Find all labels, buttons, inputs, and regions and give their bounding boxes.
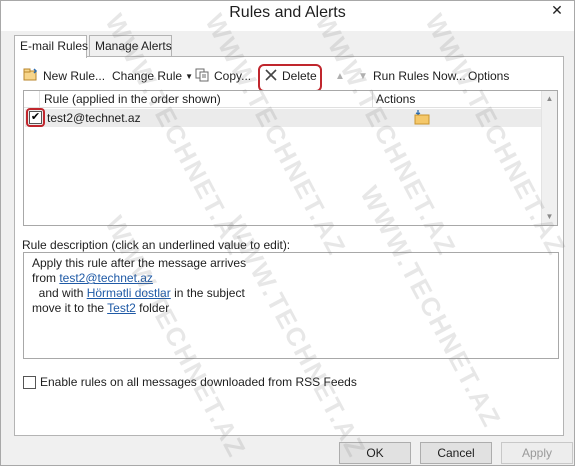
rules-list-scrollbar[interactable]: ▲ ▼ (541, 91, 557, 225)
scroll-up-icon[interactable]: ▲ (542, 91, 557, 107)
rules-and-alerts-dialog: Rules and Alerts ✕ E-mail Rules Manage A… (0, 0, 575, 466)
column-divider (39, 91, 40, 108)
copy-icon (195, 68, 210, 85)
copy-label: Copy... (214, 69, 252, 83)
rules-list[interactable]: Rule (applied in the order shown) Action… (23, 90, 558, 226)
description-line: move it to the Test2 folder (32, 301, 550, 316)
change-rule-label: Change Rule (112, 69, 183, 83)
email-rules-panel: New Rule... Change Rule ▼ Copy... Delete… (14, 56, 564, 436)
move-up-arrow-icon[interactable]: ▲ (335, 66, 345, 86)
subject-words-link[interactable]: Hörmətli dostlar (87, 286, 171, 300)
delete-label: Delete (282, 69, 317, 83)
run-rules-now-label: Run Rules Now... (373, 69, 466, 83)
rss-rules-label: Enable rules on all messages downloaded … (40, 375, 357, 389)
move-down-arrow-icon[interactable]: ▼ (358, 66, 368, 86)
description-text: and with (32, 286, 87, 300)
change-rule-button[interactable]: Change Rule ▼ (112, 66, 193, 86)
description-text: from (32, 271, 60, 285)
new-rule-icon (23, 67, 39, 85)
target-folder-link[interactable]: Test2 (107, 301, 136, 315)
chevron-down-icon: ▼ (185, 71, 193, 81)
column-header-rule[interactable]: Rule (applied in the order shown) (41, 91, 221, 108)
new-rule-label: New Rule... (43, 69, 106, 83)
rule-row[interactable]: ✔ test2@technet.az (25, 108, 543, 128)
delete-rule-button[interactable]: Delete (264, 66, 317, 86)
cancel-button[interactable]: Cancel (420, 442, 492, 464)
scroll-down-icon[interactable]: ▼ (542, 209, 557, 225)
rss-rules-option[interactable]: Enable rules on all messages downloaded … (23, 375, 357, 389)
rule-name: test2@technet.az (47, 111, 141, 125)
rule-description-label: Rule description (click an underlined va… (22, 238, 291, 252)
options-button[interactable]: Options (468, 66, 509, 86)
rule-description-box: Apply this rule after the message arrive… (23, 252, 559, 359)
run-rules-now-button[interactable]: Run Rules Now... (373, 66, 466, 86)
description-text: move it to the (32, 301, 108, 315)
column-header-actions[interactable]: Actions (373, 91, 415, 108)
description-line: from test2@technet.az (32, 271, 550, 286)
sender-link[interactable]: test2@technet.az (59, 271, 153, 285)
description-line: and with Hörmətli dostlar in the subject (32, 286, 550, 301)
delete-x-icon (264, 68, 278, 85)
new-rule-button[interactable]: New Rule... (23, 66, 105, 86)
move-to-folder-icon (414, 109, 430, 128)
tab-email-rules[interactable]: E-mail Rules (14, 35, 88, 58)
rules-list-header: Rule (applied in the order shown) Action… (24, 91, 543, 108)
close-icon[interactable]: ✕ (546, 1, 568, 21)
apply-button[interactable]: Apply (501, 442, 573, 464)
window-title: Rules and Alerts (229, 4, 346, 21)
tab-manage-alerts[interactable]: Manage Alerts (89, 35, 172, 57)
rules-toolbar: New Rule... Change Rule ▼ Copy... Delete… (21, 63, 561, 92)
copy-rule-button[interactable]: Copy... (195, 66, 251, 86)
ok-button[interactable]: OK (339, 442, 411, 464)
description-text: folder (135, 301, 170, 315)
title-bar: Rules and Alerts ✕ (1, 1, 574, 31)
options-label: Options (468, 69, 510, 83)
description-line: Apply this rule after the message arrive… (32, 256, 247, 270)
rss-rules-checkbox[interactable] (23, 375, 36, 389)
rule-enabled-checkbox[interactable]: ✔ (29, 111, 42, 124)
description-text: in the subject (170, 286, 245, 300)
